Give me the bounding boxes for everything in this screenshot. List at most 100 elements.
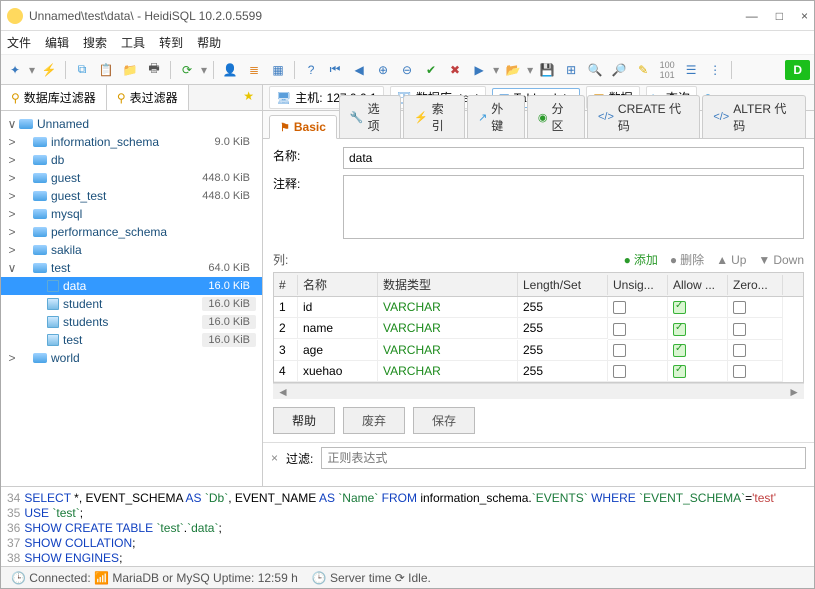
menu-search[interactable]: 搜索 [83, 34, 107, 51]
col-header[interactable]: 数据类型 [378, 273, 518, 296]
sql-log[interactable]: 34SELECT *, EVENT_SCHEMA AS `Db`, EVENT_… [1, 486, 814, 566]
close-button[interactable]: × [801, 9, 808, 23]
column-row[interactable]: 3ageVARCHAR255 [274, 340, 803, 361]
favorite-icon[interactable]: ★ [235, 85, 262, 110]
more-icon[interactable]: ⋮ [705, 60, 725, 80]
binary-icon[interactable]: 100101 [657, 60, 677, 80]
prev-icon[interactable]: ◀ [349, 60, 369, 80]
menu-icon[interactable]: ☰ [681, 60, 701, 80]
tree-row[interactable]: >mysql [1, 205, 262, 223]
add-column-button[interactable]: ●添加 [624, 251, 658, 268]
ok-icon[interactable]: ✔ [421, 60, 441, 80]
window-icon[interactable]: ⊞ [561, 60, 581, 80]
add-icon[interactable]: ⊕ [373, 60, 393, 80]
col-header[interactable]: Zero... [728, 275, 783, 295]
filter-label: 过滤: [286, 450, 313, 467]
tab-db-filter[interactable]: ⚲数据库过滤器 [1, 85, 107, 110]
wand-icon[interactable]: ✦ [5, 60, 25, 80]
tree-row[interactable]: >guest_test448.0 KiB [1, 187, 262, 205]
menu-goto[interactable]: 转到 [159, 34, 183, 51]
tree-row[interactable]: >world [1, 349, 262, 367]
comment-input[interactable] [343, 175, 804, 239]
filter-close-button[interactable]: × [271, 451, 278, 465]
menu-file[interactable]: 文件 [7, 34, 31, 51]
tab-alter[interactable]: </>ALTER 代码 [702, 95, 806, 138]
filter-row: × 过滤: [263, 442, 814, 473]
tree-row[interactable]: >sakila [1, 241, 262, 259]
tab-basic[interactable]: ⚑Basic [269, 115, 337, 139]
open-icon[interactable]: 📂 [503, 60, 523, 80]
col-header[interactable]: Length/Set [518, 275, 608, 295]
code-icon: </> [713, 111, 729, 123]
bolt-icon[interactable]: ⚡ [39, 60, 59, 80]
tab-create[interactable]: </>CREATE 代码 [587, 95, 700, 138]
filter-icon: ⚲ [11, 91, 20, 105]
save-icon[interactable]: 💾 [537, 60, 557, 80]
maximize-button[interactable]: □ [776, 9, 783, 23]
column-row[interactable]: 2nameVARCHAR255 [274, 318, 803, 339]
remove-icon[interactable]: ⊖ [397, 60, 417, 80]
refresh-icon[interactable]: ⟳ [177, 60, 197, 80]
tree-row[interactable]: >information_schema9.0 KiB [1, 133, 262, 151]
columns-header: 列: ●添加 ●删除 ▲ Up ▼ Down [263, 247, 814, 272]
table-name-input[interactable] [343, 147, 804, 169]
sql-line: 37SHOW COLLATION; [7, 536, 808, 551]
tab-index[interactable]: ⚡索引 [403, 95, 465, 138]
cancel-icon[interactable]: ✖ [445, 60, 465, 80]
up-button[interactable]: ▲ Up [716, 253, 746, 267]
tree-row[interactable]: >performance_schema [1, 223, 262, 241]
first-icon[interactable]: ⏮ [325, 60, 345, 80]
list-icon[interactable]: ≣ [244, 60, 264, 80]
down-button[interactable]: ▼ Down [758, 253, 804, 267]
copy-icon[interactable]: ⧉ [72, 60, 92, 80]
wrench-icon: 🔧 [350, 111, 364, 124]
user-icon[interactable]: 👤 [220, 60, 240, 80]
help-button[interactable]: 帮助 [273, 407, 335, 434]
tab-options[interactable]: 🔧选项 [339, 95, 401, 138]
discard-button[interactable]: 废弃 [343, 407, 405, 434]
tree-row[interactable]: >db [1, 151, 262, 169]
col-header[interactable]: Allow ... [668, 275, 728, 295]
del-column-button[interactable]: ●删除 [670, 251, 704, 268]
tab-table-filter[interactable]: ⚲表过滤器 [107, 85, 189, 110]
tree-row[interactable]: student16.0 KiB [1, 295, 262, 313]
paste-icon[interactable]: 📋 [96, 60, 116, 80]
name-label: 名称: [273, 147, 333, 164]
tree-row[interactable]: ∨test64.0 KiB [1, 259, 262, 277]
tree-row[interactable]: data16.0 KiB [1, 277, 262, 295]
filter-input[interactable] [321, 447, 806, 469]
col-header[interactable]: 名称 [298, 273, 378, 296]
tree-row[interactable]: students16.0 KiB [1, 313, 262, 331]
zoom-icon[interactable]: 🔍 [585, 60, 605, 80]
menu-tools[interactable]: 工具 [121, 34, 145, 51]
grid-icon[interactable]: ▦ [268, 60, 288, 80]
grid-scrollbar[interactable]: ◄► [273, 383, 804, 399]
search-icon[interactable]: 🔎 [609, 60, 629, 80]
columns-grid[interactable]: #名称数据类型Length/SetUnsig...Allow ...Zero..… [273, 272, 804, 383]
folder-icon[interactable]: 📁 [120, 60, 140, 80]
menu-help[interactable]: 帮助 [197, 34, 221, 51]
minimize-button[interactable]: — [746, 9, 758, 23]
partition-icon: ◉ [538, 111, 548, 124]
tab-foreign[interactable]: ↗外键 [467, 95, 525, 138]
tree-row[interactable]: ∨Unnamed [1, 115, 262, 133]
tree-row[interactable]: >guest448.0 KiB [1, 169, 262, 187]
print-icon[interactable]: 🖶 [144, 60, 164, 80]
help-icon[interactable]: ? [301, 60, 321, 80]
column-row[interactable]: 4xuehaoVARCHAR255 [274, 361, 803, 382]
tree-row[interactable]: test16.0 KiB [1, 331, 262, 349]
tab-partition[interactable]: ◉分区 [527, 95, 585, 138]
sql-line: 35USE `test`; [7, 506, 808, 521]
col-header[interactable]: Unsig... [608, 275, 668, 295]
donate-button[interactable]: D [785, 60, 810, 80]
db-tree[interactable]: ∨Unnamed>information_schema9.0 KiB>db>gu… [1, 111, 262, 486]
basic-form: 名称: 注释: [263, 139, 814, 247]
sidebar: ⚲数据库过滤器 ⚲表过滤器 ★ ∨Unnamed>information_sch… [1, 85, 263, 486]
menu-edit[interactable]: 编辑 [45, 34, 69, 51]
comment-label: 注释: [273, 175, 333, 192]
save-button[interactable]: 保存 [413, 407, 475, 434]
highlight-icon[interactable]: ✎ [633, 60, 653, 80]
col-header[interactable]: # [274, 275, 298, 295]
play-icon[interactable]: ▶ [469, 60, 489, 80]
column-row[interactable]: 1idVARCHAR255 [274, 297, 803, 318]
